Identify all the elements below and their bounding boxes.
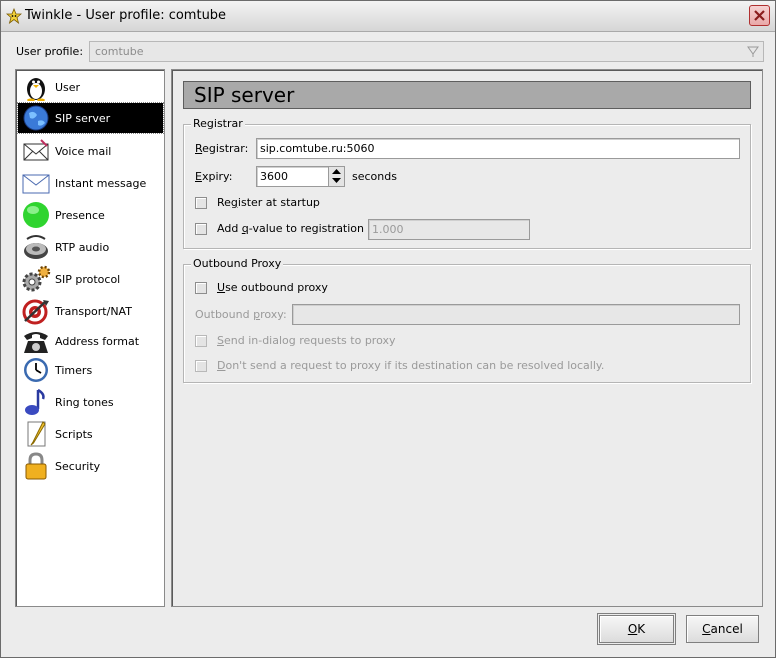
sidebar-item-scripts[interactable]: Scripts [18, 419, 163, 449]
expiry-unit: seconds [352, 170, 397, 183]
sidebar-item-user[interactable]: User [18, 72, 163, 102]
sidebar-item-ring-tones[interactable]: Ring tones [18, 387, 163, 417]
sidebar-item-transport-nat[interactable]: Transport/NAT [18, 296, 163, 326]
script-icon [27, 421, 46, 447]
music-note-icon [25, 388, 45, 415]
sidebar-item-label: RTP audio [55, 241, 110, 254]
outbound-proxy-input[interactable] [292, 304, 740, 325]
page-title: SIP server [183, 81, 751, 109]
sidebar-item-label: SIP protocol [55, 273, 121, 286]
dont-send-to-proxy-label: Don't send a request to proxy if its des… [217, 359, 605, 372]
category-list: User SIP server Voice mail Instant messa… [15, 69, 165, 607]
star-icon [6, 8, 22, 24]
expiry-label: Expiry: [195, 170, 233, 183]
sidebar-item-security[interactable]: Security [18, 451, 163, 481]
sidebar-item-label: Presence [55, 209, 105, 222]
envelope-icon [23, 139, 49, 161]
sidebar-item-label: Instant message [55, 177, 147, 190]
register-at-startup-label: Register at startup [217, 196, 320, 209]
presence-icon [23, 202, 49, 228]
sidebar-item-sip-server[interactable]: SIP server [17, 102, 164, 134]
window-title: Twinkle - User profile: comtube [25, 8, 227, 23]
cancel-button[interactable]: Cancel [686, 615, 759, 643]
sidebar-item-sip-protocol[interactable]: SIP protocol [18, 264, 163, 294]
close-button[interactable] [749, 5, 770, 26]
in-dialog-requests-label: Send in-dialog requests to proxy [217, 334, 396, 347]
ok-button[interactable]: OK [597, 613, 676, 645]
sidebar-item-label: SIP server [55, 112, 111, 125]
outbound-proxy-group-title: Outbound Proxy [191, 257, 284, 270]
expiry-spinbox[interactable]: 3600 [256, 166, 329, 187]
sidebar-item-instant-message[interactable]: Instant message [18, 168, 163, 198]
profile-dialog: Twinkle - User profile: comtube User pro… [0, 0, 776, 658]
outbound-proxy-label: Outbound proxy: [195, 308, 287, 321]
sidebar-item-label: Address format [55, 335, 140, 348]
sidebar-item-label: User [55, 81, 81, 94]
register-at-startup-checkbox[interactable] [195, 197, 207, 209]
in-dialog-requests-checkbox[interactable] [195, 335, 207, 347]
telephone-icon [24, 332, 48, 353]
registrar-group: Registrar Registrar: sip.comtube.ru:5060… [183, 117, 751, 249]
target-icon [22, 299, 49, 325]
stepper-arrows-icon [332, 169, 341, 183]
user-profile-label: User profile: [16, 45, 84, 58]
expiry-stepper[interactable] [328, 166, 345, 187]
sidebar-item-label: Timers [55, 364, 93, 377]
sidebar-item-voice-mail[interactable]: Voice mail [18, 136, 163, 166]
user-profile-select[interactable]: comtube [89, 41, 764, 62]
speaker-icon [24, 235, 48, 259]
registrar-group-title: Registrar [191, 117, 245, 130]
use-outbound-proxy-label: Use outbound proxy [217, 281, 328, 294]
close-icon [754, 10, 765, 21]
clock-icon [24, 358, 48, 382]
sidebar-item-presence[interactable]: Presence [18, 200, 163, 230]
q-value-checkbox[interactable] [195, 223, 207, 235]
settings-page: SIP server Registrar Registrar: sip.comt… [171, 69, 763, 607]
sidebar-item-label: Transport/NAT [55, 305, 132, 318]
registrar-input[interactable]: sip.comtube.ru:5060 [256, 138, 740, 159]
dont-send-to-proxy-checkbox[interactable] [195, 360, 207, 372]
sidebar-item-timers[interactable]: Timers [18, 355, 163, 385]
user-profile-value: comtube [95, 45, 144, 58]
sidebar-item-address-format[interactable]: Address format [18, 326, 163, 356]
sidebar-item-label: Voice mail [55, 145, 112, 158]
title-bar[interactable]: Twinkle - User profile: comtube [1, 1, 775, 32]
q-value-label: Add q-value to registration [217, 222, 365, 235]
sidebar-item-label: Ring tones [55, 396, 114, 409]
q-value-input[interactable]: 1.000 [368, 219, 530, 240]
message-icon [22, 174, 50, 194]
penguin-icon [27, 78, 45, 101]
chevron-down-icon [747, 46, 759, 57]
globe-icon [23, 105, 49, 131]
lock-icon [25, 452, 47, 480]
outbound-proxy-group: Outbound Proxy Use outbound proxy Outbou… [183, 257, 751, 383]
gears-icon [22, 265, 51, 292]
sidebar-item-rtp-audio[interactable]: RTP audio [18, 232, 163, 262]
use-outbound-proxy-checkbox[interactable] [195, 282, 207, 294]
sidebar-item-label: Scripts [55, 428, 93, 441]
registrar-label: Registrar: [195, 142, 249, 155]
sidebar-item-label: Security [55, 460, 101, 473]
